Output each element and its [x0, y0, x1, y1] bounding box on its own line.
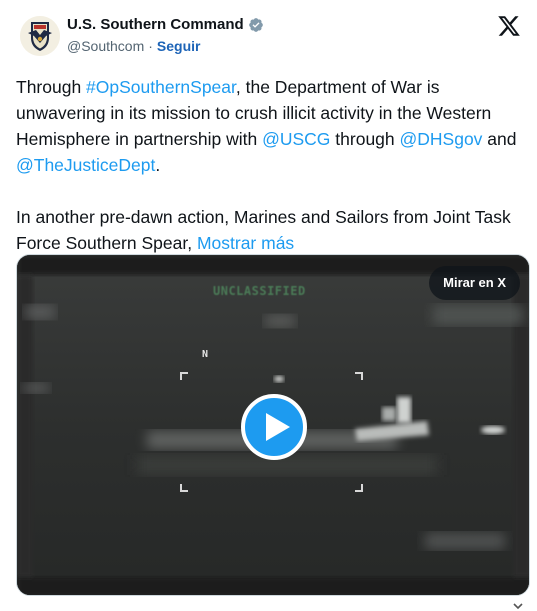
scroll-down-arrow-icon[interactable] [511, 601, 525, 611]
x-logo-icon[interactable] [497, 14, 521, 38]
text-segment: . [155, 155, 161, 175]
avatar[interactable] [20, 16, 60, 56]
mention-dhsgov-link[interactable]: @DHSgov [400, 129, 483, 149]
display-name[interactable]: U.S. Southern Command [67, 16, 244, 33]
follow-button[interactable]: Seguir [157, 38, 201, 54]
southcom-seal-icon [20, 16, 60, 56]
tweet-paragraph-2: In another pre-dawn action, Marines and … [16, 204, 528, 256]
north-marker: N [202, 349, 209, 360]
separator: · [148, 38, 153, 54]
classification-label: UNCLASSIFIED [213, 284, 306, 298]
play-button[interactable] [241, 394, 307, 460]
text-segment: and [482, 129, 517, 149]
verified-badge-icon [248, 17, 263, 32]
tweet-text: Through #OpSouthernSpear, the Department… [16, 74, 528, 256]
handle[interactable]: @Southcom [67, 38, 144, 54]
mention-justicedept-link[interactable]: @TheJusticeDept [16, 155, 155, 175]
play-icon [266, 413, 290, 441]
tweet-paragraph-1: Through #OpSouthernSpear, the Department… [16, 74, 528, 178]
hashtag-link[interactable]: #OpSouthernSpear [86, 77, 236, 97]
tweet-card: U.S. Southern Command @Southcom · Seguir… [0, 0, 537, 611]
tweet-header: U.S. Southern Command @Southcom · Seguir [16, 12, 521, 64]
text-segment: through [330, 129, 400, 149]
video-player[interactable]: UNCLASSIFIED N Mirar en X [16, 254, 530, 596]
watch-on-x-button[interactable]: Mirar en X [429, 266, 520, 300]
mention-uscg-link[interactable]: @USCG [262, 129, 330, 149]
show-more-link[interactable]: Mostrar más [197, 233, 294, 253]
text-segment: Through [16, 77, 87, 97]
